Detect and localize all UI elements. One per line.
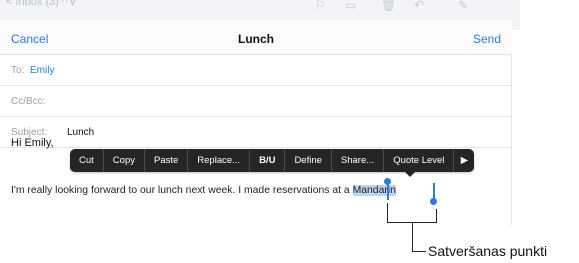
menu-bold-italic-underline[interactable]: B/U: [250, 149, 286, 172]
compose-navbar: Cancel Lunch Send: [0, 20, 512, 55]
callout-bracket-right: [436, 209, 437, 223]
subject-field[interactable]: Subject: Lunch: [0, 117, 512, 148]
compose-icon: ✎: [458, 0, 469, 12]
cc-bcc-field[interactable]: Cc/Bcc:: [0, 86, 512, 117]
inbox-back-label: < Inbox (3) ^ v: [6, 0, 76, 8]
reply-icon: ↶: [414, 0, 425, 12]
to-recipient[interactable]: Emily: [30, 65, 54, 76]
menu-paste[interactable]: Paste: [145, 149, 189, 172]
menu-pointer: [404, 171, 416, 177]
flag-icon: ⚐: [315, 0, 326, 12]
end-handle-knob[interactable]: [430, 198, 437, 205]
folder-icon: ▭: [345, 0, 357, 12]
message-body-line[interactable]: I'm really looking forward to our lunch …: [11, 185, 396, 196]
callout-leader: [412, 251, 426, 252]
callout-label: Satveršanas punkti: [428, 243, 548, 259]
edit-menu: Cut Copy Paste Replace... B/U Define Sha…: [70, 149, 475, 172]
body-text: I'm really looking forward to our lunch …: [11, 185, 353, 196]
to-label: To:: [11, 65, 25, 76]
menu-replace[interactable]: Replace...: [188, 149, 251, 172]
selected-text[interactable]: Mandarin: [352, 185, 396, 196]
menu-more-arrow-icon[interactable]: ▶: [454, 149, 474, 172]
cc-bcc-label: Cc/Bcc:: [11, 96, 46, 107]
menu-define[interactable]: Define: [285, 149, 332, 172]
subject-value[interactable]: Lunch: [67, 127, 94, 138]
greeting-text[interactable]: Hi Emily,: [11, 137, 54, 149]
menu-share[interactable]: Share...: [332, 149, 385, 172]
callout-bracket-left: [387, 203, 388, 223]
trash-icon: 🗑: [381, 0, 397, 12]
to-field[interactable]: To: Emily: [0, 55, 512, 86]
menu-cut[interactable]: Cut: [70, 149, 104, 172]
send-button[interactable]: Send: [473, 32, 501, 46]
compose-title: Lunch: [238, 32, 274, 46]
callout-stem: [412, 222, 413, 252]
start-handle-bar[interactable]: [387, 183, 389, 200]
menu-quote-level[interactable]: Quote Level: [384, 149, 455, 172]
menu-copy[interactable]: Copy: [104, 149, 145, 172]
